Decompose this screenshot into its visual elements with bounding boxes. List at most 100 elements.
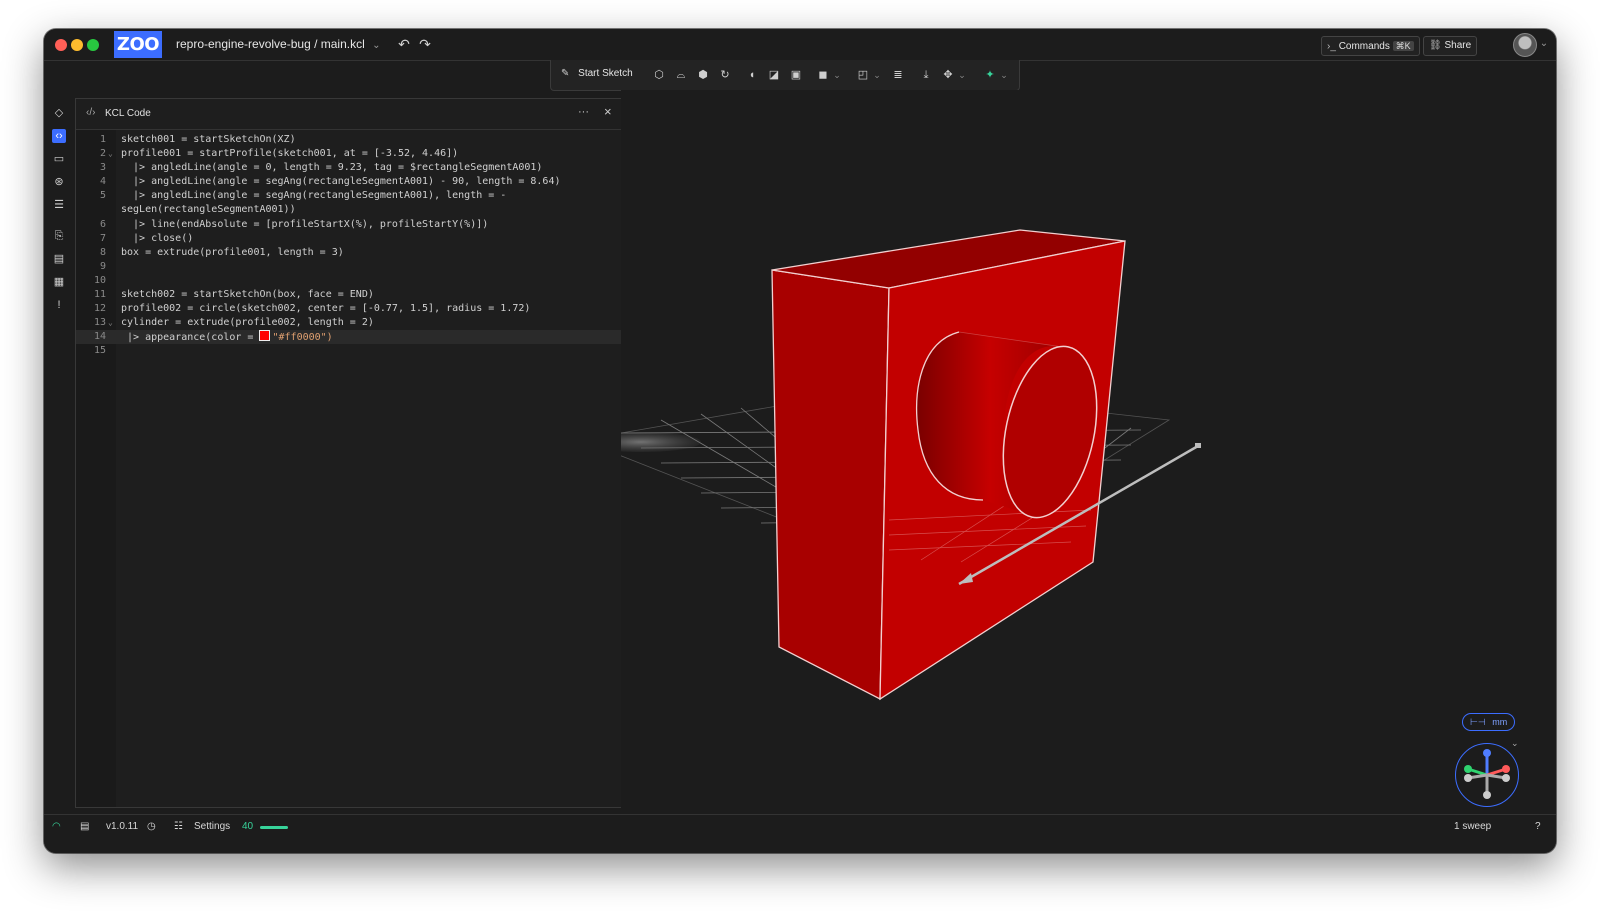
- orientation-gizmo[interactable]: [1455, 743, 1519, 807]
- redo-icon[interactable]: ↷: [417, 36, 433, 52]
- fillet-icon[interactable]: ◖: [745, 68, 759, 82]
- boolean-chevron-icon[interactable]: ⌄: [830, 68, 844, 82]
- commands-button[interactable]: ›_ Commands ⌘K: [1321, 36, 1420, 56]
- code-pane-icon[interactable]: ‹›: [52, 129, 66, 143]
- line-number: 9: [99, 260, 106, 272]
- code-line[interactable]: 13 ⌄ cylinder = extrude(profile002, length…: [76, 316, 622, 330]
- line-number: 12: [93, 303, 106, 315]
- arrow-tail: [1195, 443, 1201, 448]
- plane-icon[interactable]: ◰: [856, 68, 870, 82]
- transform-icon[interactable]: ✥: [941, 68, 955, 82]
- logs-icon[interactable]: ▦: [52, 275, 66, 289]
- shell-icon[interactable]: ▣: [789, 68, 803, 82]
- terminal-icon: ›_: [1327, 41, 1336, 52]
- code-line[interactable]: 3 |> angledLine(angle = 0, length = 9.23…: [76, 161, 622, 175]
- boolean-icon[interactable]: ◼: [816, 68, 830, 82]
- version-label[interactable]: v1.0.11: [106, 821, 138, 832]
- share-label: Share: [1444, 40, 1472, 51]
- share-button[interactable]: ⛓ Share: [1423, 36, 1478, 56]
- modeling-toolbar: ✎ Start Sketch ⬡ ⌓ ⬢ ↻ ◖ ◪ ▣ ◼ ⌄ ◰ ⌄ ≣ ⤓…: [550, 60, 1020, 91]
- fps-counter: 40: [242, 821, 254, 832]
- code-line[interactable]: 4 |> angledLine(angle = segAng(rectangle…: [76, 175, 622, 189]
- panel-title: KCL Code: [105, 108, 151, 119]
- settings-sliders-icon[interactable]: ☷: [174, 821, 183, 832]
- code-line[interactable]: 2 ⌄ profile001 = startProfile(sketch001, a…: [76, 147, 622, 161]
- undo-icon[interactable]: ↶: [396, 36, 412, 52]
- revolve-icon[interactable]: ↻: [718, 68, 732, 82]
- text-to-cad-chevron-icon[interactable]: ⌄: [997, 68, 1011, 82]
- grid-fog: [581, 432, 701, 452]
- code-line[interactable]: 11 sketch002 = startSketchOn(box, face = …: [76, 288, 622, 302]
- code-line[interactable]: 10: [76, 274, 622, 288]
- line-number: 10: [93, 274, 106, 286]
- insert-icon[interactable]: ⤓: [919, 68, 933, 82]
- code-text: |> angledLine(angle = 0, length = 9.23, …: [121, 162, 543, 174]
- code-text-string: "#ff0000"): [272, 332, 333, 344]
- commands-shortcut: ⌘K: [1392, 41, 1414, 51]
- start-sketch-button[interactable]: ✎ Start Sketch: [561, 68, 633, 79]
- line-number: 6: [99, 218, 106, 230]
- code-text-prefix: |> appearance(color =: [121, 332, 260, 344]
- project-file-selector[interactable]: repro-engine-revolve-bug / main.kcl ⌄: [176, 37, 381, 51]
- alert-icon[interactable]: !: [52, 298, 66, 312]
- code-line[interactable]: 1 sketch001 = startSketchOn(XZ): [76, 133, 622, 147]
- line-number: 2: [99, 148, 106, 160]
- line-number: 3: [99, 162, 106, 174]
- zoom-window-icon[interactable]: [87, 39, 99, 51]
- code-line[interactable]: 8 box = extrude(profile001, length = 3): [76, 246, 622, 260]
- user-avatar[interactable]: [1513, 33, 1537, 57]
- line-number: 7: [99, 232, 106, 244]
- history-icon[interactable]: ◷: [147, 821, 156, 832]
- list-icon[interactable]: ☰: [52, 198, 66, 212]
- code-line[interactable]: 6 |> line(endAbsolute = [profileStartX(%…: [76, 218, 622, 232]
- code-editor[interactable]: 1 sketch001 = startSketchOn(XZ) 2 ⌄ profile0…: [76, 133, 622, 359]
- ruler-icon: ⊢⊣: [1470, 717, 1486, 727]
- line-number: 4: [99, 176, 106, 188]
- plane-chevron-icon[interactable]: ⌄: [870, 68, 884, 82]
- fold-chevron-icon[interactable]: ⌄: [108, 147, 113, 161]
- code-line[interactable]: 7 |> close(): [76, 232, 622, 246]
- helix-icon[interactable]: ≣: [891, 68, 905, 82]
- text-to-cad-icon[interactable]: ✦: [983, 68, 997, 82]
- code-line[interactable]: 5 |> angledLine(angle = segAng(rectangle…: [76, 189, 622, 203]
- code-line[interactable]: 15: [76, 344, 622, 358]
- line-number: 14: [93, 331, 106, 343]
- minimize-window-icon[interactable]: [71, 39, 83, 51]
- line-number: 15: [93, 345, 106, 357]
- extrude-icon[interactable]: ⬡: [652, 68, 666, 82]
- 3d-viewport[interactable]: [579, 90, 1556, 813]
- save-icon[interactable]: ▤: [52, 252, 66, 266]
- zoo-logo[interactable]: ZOO: [114, 31, 162, 58]
- code-text: profile001 = startProfile(sketch001, at …: [121, 148, 459, 160]
- transform-chevron-icon[interactable]: ⌄: [955, 68, 969, 82]
- settings-button[interactable]: Settings: [194, 821, 230, 832]
- code-text: |> appearance(color = "#ff0000"): [121, 330, 333, 345]
- code-text: segLen(rectangleSegmentA001)): [121, 204, 296, 216]
- color-swatch[interactable]: [259, 330, 271, 342]
- layout-icon[interactable]: ▤: [80, 821, 89, 832]
- code-text: sketch002 = startSketchOn(box, face = EN…: [121, 289, 374, 301]
- help-button[interactable]: ?: [1535, 821, 1541, 832]
- loft-icon[interactable]: ⬢: [696, 68, 710, 82]
- files-icon[interactable]: ▭: [52, 152, 66, 166]
- variables-icon[interactable]: ⊛: [52, 175, 66, 189]
- code-line[interactable]: 12 profile002 = circle(sketch002, center …: [76, 302, 622, 316]
- close-icon[interactable]: ×: [604, 104, 612, 119]
- pencil-icon: ✎: [561, 68, 570, 79]
- close-window-icon[interactable]: [55, 39, 67, 51]
- fold-chevron-icon[interactable]: ⌄: [108, 316, 113, 330]
- kcl-code-panel: ‹/› KCL Code ··· × 1 sketch001 = startSke…: [75, 98, 623, 808]
- code-text: |> angledLine(angle = segAng(rectangleSe…: [121, 176, 561, 188]
- network-status-icon[interactable]: ◠: [52, 821, 61, 832]
- chamfer-icon[interactable]: ◪: [767, 68, 781, 82]
- code-line[interactable]: 14 |> appearance(color = "#ff0000"): [76, 330, 622, 345]
- export-icon[interactable]: ⎘: [52, 229, 66, 243]
- code-line[interactable]: 9: [76, 260, 622, 274]
- units-toggle[interactable]: ⊢⊣ mm: [1462, 713, 1516, 731]
- chevron-down-icon: ⌄: [372, 40, 381, 51]
- more-options-icon[interactable]: ···: [578, 106, 589, 118]
- feature-tree-icon[interactable]: ◇: [52, 106, 66, 120]
- sweep-icon[interactable]: ⌓: [674, 68, 688, 82]
- code-line[interactable]: segLen(rectangleSegmentA001)): [76, 203, 622, 217]
- user-menu-chevron-icon[interactable]: ⌄: [1536, 36, 1552, 52]
